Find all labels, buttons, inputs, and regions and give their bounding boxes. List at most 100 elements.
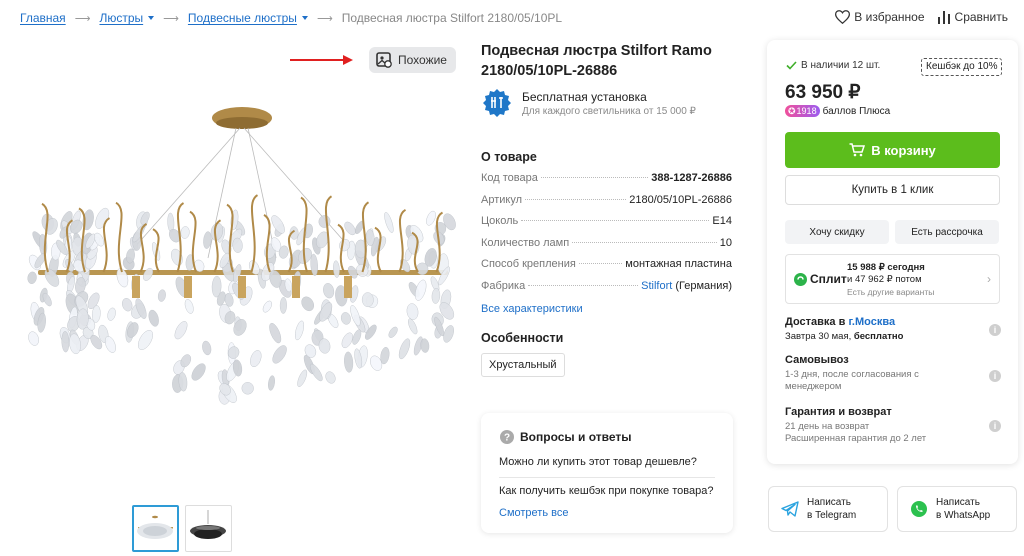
red-arrow-annotation — [290, 55, 353, 65]
pickup-info: Самовывоз 1-3 дня, после согласования с … — [785, 354, 1005, 393]
spec-value: Stilfort (Германия) — [641, 280, 732, 292]
qa-question-2[interactable]: Как получить кешбэк при покупке товара? — [499, 485, 717, 497]
features-title: Особенности — [481, 331, 564, 345]
spec-label: Фабрика — [481, 279, 526, 292]
similar-label: Похожие — [398, 53, 447, 67]
spec-row-mounting: Способ крепления монтажная пластина — [481, 258, 732, 280]
split-options: Есть другие варианты — [847, 287, 935, 297]
pickup-title: Самовывоз — [785, 354, 849, 366]
plus-icon: ✪ — [788, 105, 796, 116]
favorite-button[interactable]: В избранное — [835, 10, 925, 24]
qa-title-row: ? Вопросы и ответы — [500, 430, 631, 444]
city-link[interactable]: г.Москва — [848, 316, 895, 328]
product-main-image[interactable] — [18, 98, 466, 423]
spec-value: 388-1287-26886 — [651, 172, 732, 184]
about-title: О товаре — [481, 150, 537, 164]
factory-link[interactable]: Stilfort — [641, 280, 672, 292]
heart-icon — [835, 10, 851, 24]
qa-title: Вопросы и ответы — [520, 430, 632, 444]
compare-icon — [937, 11, 950, 24]
telegram-label: Написать в Telegram — [807, 497, 857, 521]
plus-points: ✪ 1918 баллов Плюса — [785, 105, 890, 117]
chevron-down-icon — [148, 16, 155, 20]
spec-row-article: Артикул 2180/05/10PL-26886 — [481, 194, 732, 216]
breadcrumb-arrow-icon: ⟶ — [74, 12, 91, 25]
all-specs-link[interactable]: Все характеристики — [481, 303, 583, 315]
buy-one-click-button[interactable]: Купить в 1 клик — [785, 175, 1000, 205]
whatsapp-icon — [911, 501, 927, 517]
info-icon[interactable]: i — [989, 370, 1001, 382]
crystal-drops — [27, 207, 456, 405]
whatsapp-label: Написать в WhatsApp — [936, 497, 991, 521]
thumbnail-1[interactable] — [132, 505, 179, 552]
installation-title: Бесплатная установка — [522, 89, 647, 104]
installment-button[interactable]: Есть рассрочка — [895, 220, 999, 244]
spec-label: Цоколь — [481, 215, 519, 227]
product-title: Подвесная люстра Stilfort Ramo 2180/05/1… — [481, 43, 712, 79]
price: 63 950 ₽ — [785, 82, 861, 103]
split-logo: Сплит — [794, 272, 847, 286]
check-icon — [786, 61, 797, 70]
buy-box: В наличии 12 шт. Кешбэк до 10% 63 950 ₽ … — [767, 40, 1018, 464]
compare-button[interactable]: Сравнить — [937, 10, 1008, 24]
spec-label: Код товара — [481, 172, 538, 184]
top-actions: В избранное Сравнить — [835, 10, 1008, 24]
breadcrumb: Главная ⟶ Люстры ⟶ Подвесные люстры ⟶ По… — [20, 11, 562, 25]
spec-label: Способ крепления — [481, 258, 576, 270]
want-discount-button[interactable]: Хочу скидку — [785, 220, 889, 244]
delivery-title: Доставка в г.Москва — [785, 316, 896, 328]
delivery-info: Доставка в г.Москва Завтра 30 мая, беспл… — [785, 316, 1005, 343]
warranty-title: Гарантия и возврат — [785, 406, 892, 418]
feature-chip[interactable]: Хрустальный — [481, 353, 565, 377]
pickup-description: 1-3 дня, после согласования с менеджером — [785, 369, 919, 392]
breadcrumb-current: Подвесная люстра Stilfort 2180/05/10PL — [341, 11, 563, 25]
spec-value: монтажная пластина — [625, 258, 732, 270]
breadcrumb-arrow-icon: ⟶ — [163, 12, 179, 25]
thumbnail-image-1 — [137, 515, 173, 539]
installation-badge-icon — [483, 89, 511, 117]
factory-country: (Германия) — [675, 279, 732, 292]
info-icon[interactable]: i — [989, 324, 1001, 336]
split-details: 15 988 ₽ сегодня и 47 962 ₽ потом Есть д… — [847, 262, 934, 298]
installation-subtitle: Для каждого светильника от 15 000 ₽ — [522, 105, 696, 117]
plus-points-badge: ✪ 1918 — [785, 105, 820, 117]
spec-list: Код товара 388-1287-26886 Артикул 2180/0… — [481, 172, 732, 301]
spec-dots — [578, 263, 623, 264]
chevron-right-icon: › — [987, 272, 991, 286]
spec-label: Артикул — [481, 193, 523, 206]
free-installation: Бесплатная установка Для каждого светиль… — [482, 88, 696, 118]
cashback-badge[interactable]: Кешбэк до 10% — [921, 58, 1003, 76]
similar-button[interactable]: Похожие — [369, 47, 456, 73]
qa-question-1[interactable]: Можно ли купить этот товар дешевле? — [499, 456, 717, 468]
whatsapp-button[interactable]: Написать в WhatsApp — [897, 486, 1017, 532]
cart-icon — [849, 143, 866, 157]
spec-dots — [572, 241, 717, 243]
spec-dots — [528, 284, 639, 286]
thumbnail-strip — [132, 505, 232, 552]
chevron-down-icon — [301, 16, 308, 20]
telegram-icon — [781, 501, 799, 517]
qa-divider — [499, 477, 715, 478]
spec-value: E14 — [712, 215, 732, 227]
breadcrumb-chandeliers[interactable]: Люстры — [99, 11, 155, 25]
spec-label: Количество ламп — [481, 236, 570, 249]
spec-row-socket: Цоколь E14 — [481, 215, 732, 237]
split-icon — [794, 272, 807, 286]
spec-row-lamps: Количество ламп 10 — [481, 237, 732, 259]
spec-dots — [525, 198, 627, 200]
warranty-info: Гарантия и возврат 21 день на возврат Ра… — [785, 406, 1005, 445]
add-to-cart-button[interactable]: В корзину — [785, 132, 1000, 168]
breadcrumb-home[interactable]: Главная — [20, 11, 66, 25]
similar-image-icon — [376, 52, 392, 68]
qa-see-all-link[interactable]: Смотреть все — [499, 507, 568, 519]
breadcrumb-arrow-icon: ⟶ — [316, 12, 333, 25]
spec-value: 2180/05/10PL-26886 — [629, 193, 732, 206]
split-payment-box[interactable]: Сплит 15 988 ₽ сегодня и 47 962 ₽ потом … — [785, 254, 1000, 304]
thumbnail-image-2 — [190, 510, 226, 539]
breadcrumb-pendant-chandeliers[interactable]: Подвесные люстры — [188, 11, 308, 25]
thumbnail-2[interactable] — [185, 505, 232, 552]
svg-text:?: ? — [504, 433, 510, 444]
warranty-extended: Расширенная гарантия до 2 лет — [785, 433, 927, 444]
telegram-button[interactable]: Написать в Telegram — [768, 486, 888, 532]
info-icon[interactable]: i — [989, 420, 1001, 432]
